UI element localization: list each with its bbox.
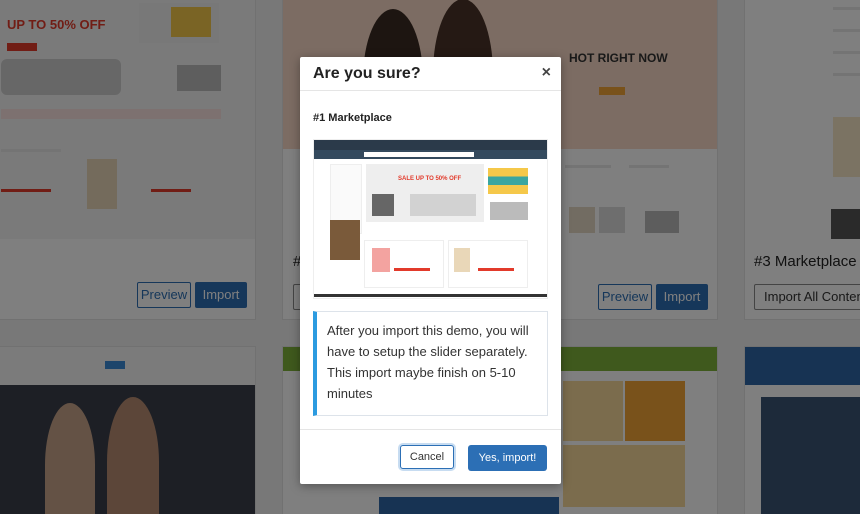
preview-chair: [372, 194, 394, 216]
preview-footer-strip: [314, 294, 547, 297]
preview-progress: [478, 268, 514, 271]
cancel-button[interactable]: Cancel: [400, 445, 454, 469]
dialog-footer: Cancel Yes, import!: [300, 429, 561, 484]
demo-name: #1 Marketplace: [313, 112, 392, 124]
dialog-header: Are you sure? ×: [300, 57, 561, 91]
preview-side-image: [330, 220, 360, 260]
demo-preview-image: SALE UP TO 50% OFF: [313, 139, 548, 299]
preview-pillows: [488, 168, 528, 194]
preview-sale-text: SALE UP TO 50% OFF: [398, 176, 462, 182]
preview-chair-2: [490, 202, 528, 220]
preview-vase: [454, 248, 470, 272]
preview-stool: [372, 248, 390, 272]
preview-topbar: [314, 140, 547, 150]
confirm-import-button[interactable]: Yes, import!: [468, 445, 547, 471]
dialog-title: Are you sure?: [313, 65, 421, 82]
close-icon[interactable]: ×: [542, 64, 551, 82]
confirm-import-dialog: Are you sure? × #1 Marketplace SALE UP T…: [300, 57, 561, 484]
preview-search: [364, 152, 474, 157]
preview-progress: [394, 268, 430, 271]
import-warning-note: After you import this demo, you will hav…: [313, 311, 548, 416]
preview-bed: [410, 194, 476, 216]
